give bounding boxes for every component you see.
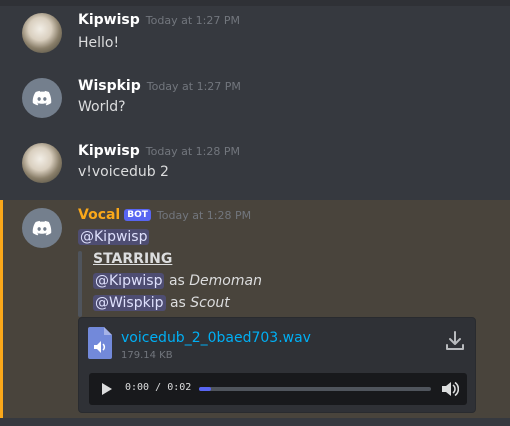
download-icon[interactable]: [445, 330, 465, 352]
discord-logo-icon: [32, 220, 52, 236]
timestamp: Today at 1:27 PM: [145, 14, 240, 27]
cast-line: @Kipwisp as Demoman: [93, 273, 262, 289]
quote-bar: [78, 251, 82, 317]
avatar[interactable]: [22, 143, 62, 183]
top-divider: [0, 0, 510, 6]
play-icon[interactable]: [101, 382, 113, 396]
progress-fill: [199, 387, 211, 391]
discord-logo-icon: [32, 90, 52, 106]
duration: 0:02: [167, 382, 192, 393]
as-text: as: [169, 295, 186, 311]
user-mention[interactable]: @Kipwisp: [78, 229, 150, 245]
progress-track[interactable]: [199, 387, 431, 391]
volume-icon[interactable]: [441, 381, 459, 397]
bot-badge: BOT: [124, 209, 151, 221]
cast-line: @Wispkip as Scout: [93, 295, 230, 311]
role-name: Demoman: [189, 273, 262, 289]
file-size: 179.14 KB: [121, 350, 173, 361]
message-text: World?: [78, 99, 126, 115]
user-mention[interactable]: @Wispkip: [93, 295, 166, 311]
author-name[interactable]: Kipwisp: [78, 12, 140, 28]
user-mention[interactable]: @Kipwisp: [93, 273, 165, 289]
audio-file-icon: [88, 327, 112, 359]
avatar[interactable]: [22, 208, 62, 248]
timestamp: Today at 1:27 PM: [146, 80, 241, 93]
audio-attachment: voicedub_2_0baed703.wav 179.14 KB 0:00 /…: [78, 317, 476, 413]
playback-time: 0:00 / 0:02: [125, 382, 191, 393]
as-text: as: [168, 273, 185, 289]
message-text: Hello!: [78, 35, 120, 51]
timestamp: Today at 1:28 PM: [156, 209, 252, 222]
author-name[interactable]: Wispkip: [78, 78, 141, 94]
timestamp: Today at 1:28 PM: [145, 145, 240, 158]
role-name: Scout: [190, 295, 230, 311]
file-name-link[interactable]: voicedub_2_0baed703.wav: [121, 330, 311, 346]
message-text: v!voicedub 2: [78, 164, 169, 180]
avatar[interactable]: [22, 13, 62, 53]
current-time: 0:00: [125, 382, 150, 393]
starring-heading: STARRING: [93, 251, 173, 267]
avatar[interactable]: [22, 78, 62, 118]
bot-author-name[interactable]: Vocal: [78, 207, 120, 223]
bottom-divider: [0, 418, 510, 426]
author-name[interactable]: Kipwisp: [78, 143, 140, 159]
time-separator: /: [155, 382, 162, 393]
audio-player: 0:00 / 0:02: [89, 373, 467, 405]
